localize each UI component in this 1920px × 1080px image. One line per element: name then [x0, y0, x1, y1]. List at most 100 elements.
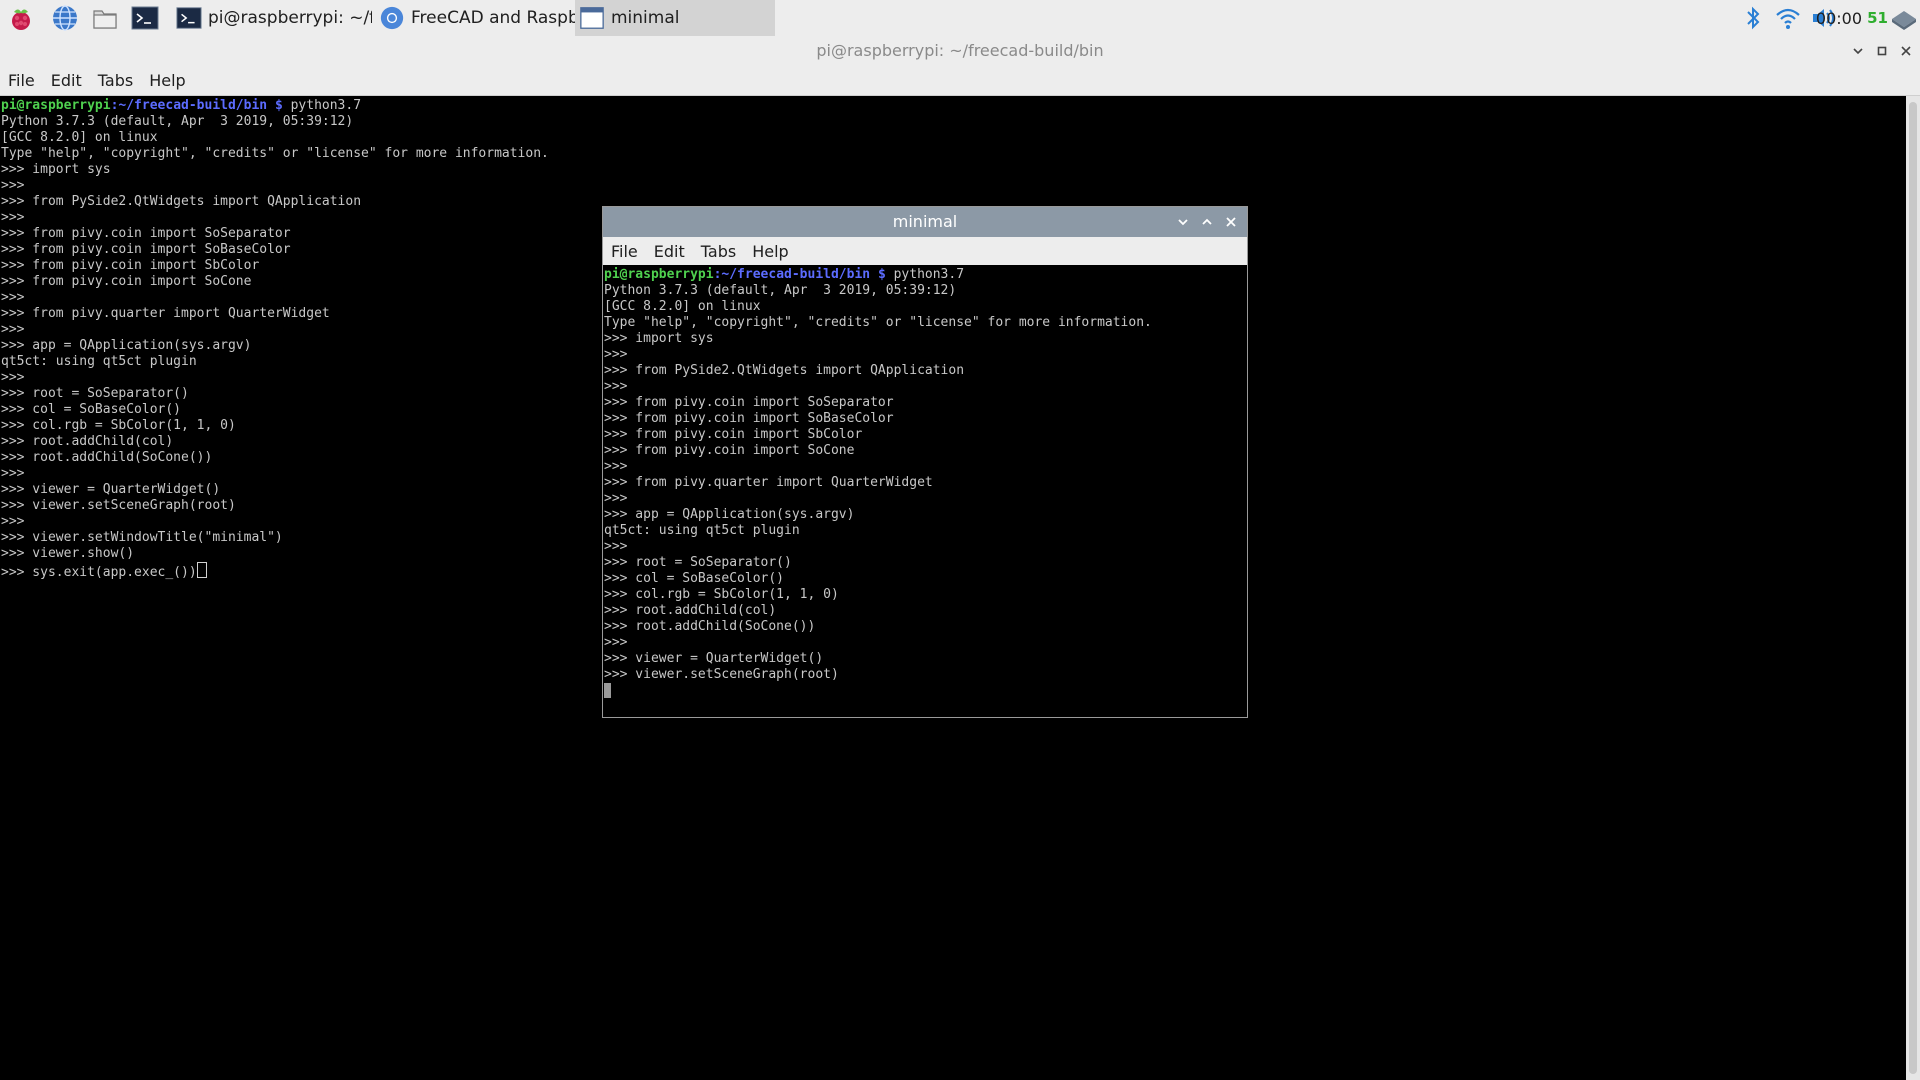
minimal-terminal-line: >>> [604, 459, 628, 474]
raspberry-menu-icon[interactable] [6, 3, 36, 33]
minimal-window-title: minimal [892, 212, 958, 231]
main-terminal-line: >>> from pivy.quarter import QuarterWidg… [1, 306, 330, 321]
task-browser-label: FreeCAD and Raspbe... [411, 8, 575, 28]
minimal-text-cursor [604, 683, 611, 698]
main-terminal-line: Python 3.7.3 (default, Apr 3 2019, 05:39… [1, 114, 354, 129]
minimal-terminal-line: >>> from pivy.quarter import QuarterWidg… [604, 475, 933, 490]
minimal-menu-edit[interactable]: Edit [646, 242, 693, 261]
main-terminal-line: >>> col = SoBaseColor() [1, 402, 182, 417]
minimal-terminal-line: >>> col.rgb = SbColor(1, 1, 0) [604, 587, 839, 602]
minimal-terminal-line: >>> from pivy.coin import SoBaseColor [604, 411, 894, 426]
main-terminal-line: >>> viewer.show() [1, 546, 135, 561]
minimal-terminal-lines: Python 3.7.3 (default, Apr 3 2019, 05:39… [604, 283, 1152, 682]
main-terminal-line: >>> [1, 210, 25, 225]
wifi-icon[interactable] [1774, 0, 1802, 36]
minimal-terminal-line: >>> [604, 539, 628, 554]
bluetooth-icon[interactable] [1744, 0, 1762, 36]
close-icon[interactable] [1898, 43, 1914, 59]
minimal-close-icon[interactable] [1223, 214, 1239, 230]
minimal-terminal-line: >>> [604, 347, 628, 362]
minimal-window: minimal File Edit Tabs Help pi@raspberry… [602, 206, 1248, 718]
minimal-window-titlebar[interactable]: minimal [603, 207, 1247, 237]
main-terminal-line: >>> [1, 178, 25, 193]
web-browser-icon[interactable] [50, 3, 80, 33]
minimal-terminal-line: >>> from pivy.coin import SoSeparator [604, 395, 894, 410]
main-scrollbar-thumb[interactable] [1909, 102, 1917, 1074]
minimal-terminal-line: >>> import sys [604, 331, 714, 346]
minimal-prompt-path: :~/freecad-build/bin $ [713, 267, 886, 282]
minimal-terminal-area[interactable]: pi@raspberrypi:~/freecad-build/bin $ pyt… [603, 265, 1247, 717]
main-terminal-lines: Python 3.7.3 (default, Apr 3 2019, 05:39… [1, 114, 549, 561]
main-terminal-line: >>> root.addChild(SoCone()) [1, 450, 213, 465]
minimal-terminal-line: >>> app = QApplication(sys.argv) [604, 507, 855, 522]
chromium-icon [380, 6, 404, 30]
file-manager-icon[interactable] [90, 3, 120, 33]
task-minimal-label: minimal [611, 8, 680, 28]
main-last-line: >>> sys.exit(app.exec_()) [1, 565, 197, 580]
main-terminal-line: [GCC 8.2.0] on linux [1, 130, 158, 145]
main-terminal-line: >>> [1, 322, 25, 337]
main-terminal-line: >>> from pivy.coin import SoSeparator [1, 226, 291, 241]
taskbar: pi@raspberrypi: ~/fre... FreeCAD and Ras… [0, 0, 1920, 37]
minimize-icon[interactable] [1850, 43, 1866, 59]
main-terminal-line: >>> import sys [1, 162, 111, 177]
menu-edit[interactable]: Edit [43, 71, 90, 90]
main-window-title: pi@raspberrypi: ~/freecad-build/bin [816, 41, 1104, 60]
main-terminal-line: >>> from PySide2.QtWidgets import QAppli… [1, 194, 362, 209]
clock[interactable]: 00:00 [1816, 0, 1862, 36]
task-terminal-label: pi@raspberrypi: ~/fre... [208, 8, 372, 28]
minimal-terminal-line: >>> root.addChild(col) [604, 603, 777, 618]
menu-file[interactable]: File [0, 71, 43, 90]
main-scrollbar[interactable] [1906, 96, 1920, 1080]
prompt-path: :~/freecad-build/bin $ [110, 98, 283, 113]
menu-tabs[interactable]: Tabs [90, 71, 141, 90]
main-terminal-line: >>> from pivy.coin import SbColor [1, 258, 260, 273]
minimal-terminal-line: >>> [604, 635, 628, 650]
main-menubar: File Edit Tabs Help [0, 65, 1920, 96]
minimal-terminal-line: >>> from pivy.coin import SbColor [604, 427, 863, 442]
minimal-maximize-icon[interactable] [1199, 214, 1215, 230]
minimal-terminal-line: [GCC 8.2.0] on linux [604, 299, 761, 314]
prompt-user: pi@raspberrypi [1, 98, 111, 113]
minimal-terminal-line: qt5ct: using qt5ct plugin [604, 523, 800, 538]
task-browser[interactable]: FreeCAD and Raspbe... [375, 0, 575, 36]
minimal-menu-help[interactable]: Help [744, 242, 796, 261]
minimal-terminal-line: >>> [604, 491, 628, 506]
main-terminal-line: >>> [1, 370, 25, 385]
minimal-terminal-line: Type "help", "copyright", "credits" or "… [604, 315, 1152, 330]
text-cursor [196, 562, 207, 578]
maximize-icon[interactable] [1874, 43, 1890, 59]
minimal-menu-tabs[interactable]: Tabs [693, 242, 744, 261]
minimal-terminal-line: >>> root.addChild(SoCone()) [604, 619, 816, 634]
minimal-terminal-line: >>> root = SoSeparator() [604, 555, 792, 570]
main-terminal-line: >>> [1, 290, 25, 305]
main-terminal-line: >>> col.rgb = SbColor(1, 1, 0) [1, 418, 236, 433]
eject-icon[interactable] [1890, 0, 1918, 36]
minimal-prompt-user: pi@raspberrypi [604, 267, 714, 282]
main-terminal-line: >>> root = SoSeparator() [1, 386, 189, 401]
main-terminal-line: >>> root.addChild(col) [1, 434, 174, 449]
task-terminal[interactable]: pi@raspberrypi: ~/fre... [172, 0, 372, 36]
main-terminal-line: >>> from pivy.coin import SoCone [1, 274, 252, 289]
window-icon [580, 7, 604, 29]
prompt-command: python3.7 [282, 98, 362, 113]
main-terminal-line: >>> app = QApplication(sys.argv) [1, 338, 252, 353]
minimal-terminal-line: >>> viewer = QuarterWidget() [604, 651, 824, 666]
task-minimal[interactable]: minimal [575, 0, 775, 36]
main-terminal-line: >>> viewer = QuarterWidget() [1, 482, 221, 497]
menu-help[interactable]: Help [141, 71, 193, 90]
minimal-minimize-icon[interactable] [1175, 214, 1191, 230]
minimal-terminal-output: pi@raspberrypi:~/freecad-build/bin $ pyt… [603, 265, 1247, 700]
terminal-launcher-icon[interactable] [130, 3, 160, 33]
minimal-menu-file[interactable]: File [603, 242, 646, 261]
minimal-menubar: File Edit Tabs Help [603, 237, 1247, 265]
main-terminal-line: Type "help", "copyright", "credits" or "… [1, 146, 549, 161]
minimal-terminal-line: >>> [604, 379, 628, 394]
main-terminal-line: >>> viewer.setWindowTitle("minimal") [1, 530, 283, 545]
main-terminal-line: >>> [1, 466, 25, 481]
terminal-icon [176, 7, 202, 29]
main-terminal-line: >>> [1, 514, 25, 529]
main-window-titlebar[interactable]: pi@raspberrypi: ~/freecad-build/bin [0, 36, 1920, 65]
main-terminal-line: >>> from pivy.coin import SoBaseColor [1, 242, 291, 257]
cpu-monitor: 51 [1867, 9, 1888, 27]
